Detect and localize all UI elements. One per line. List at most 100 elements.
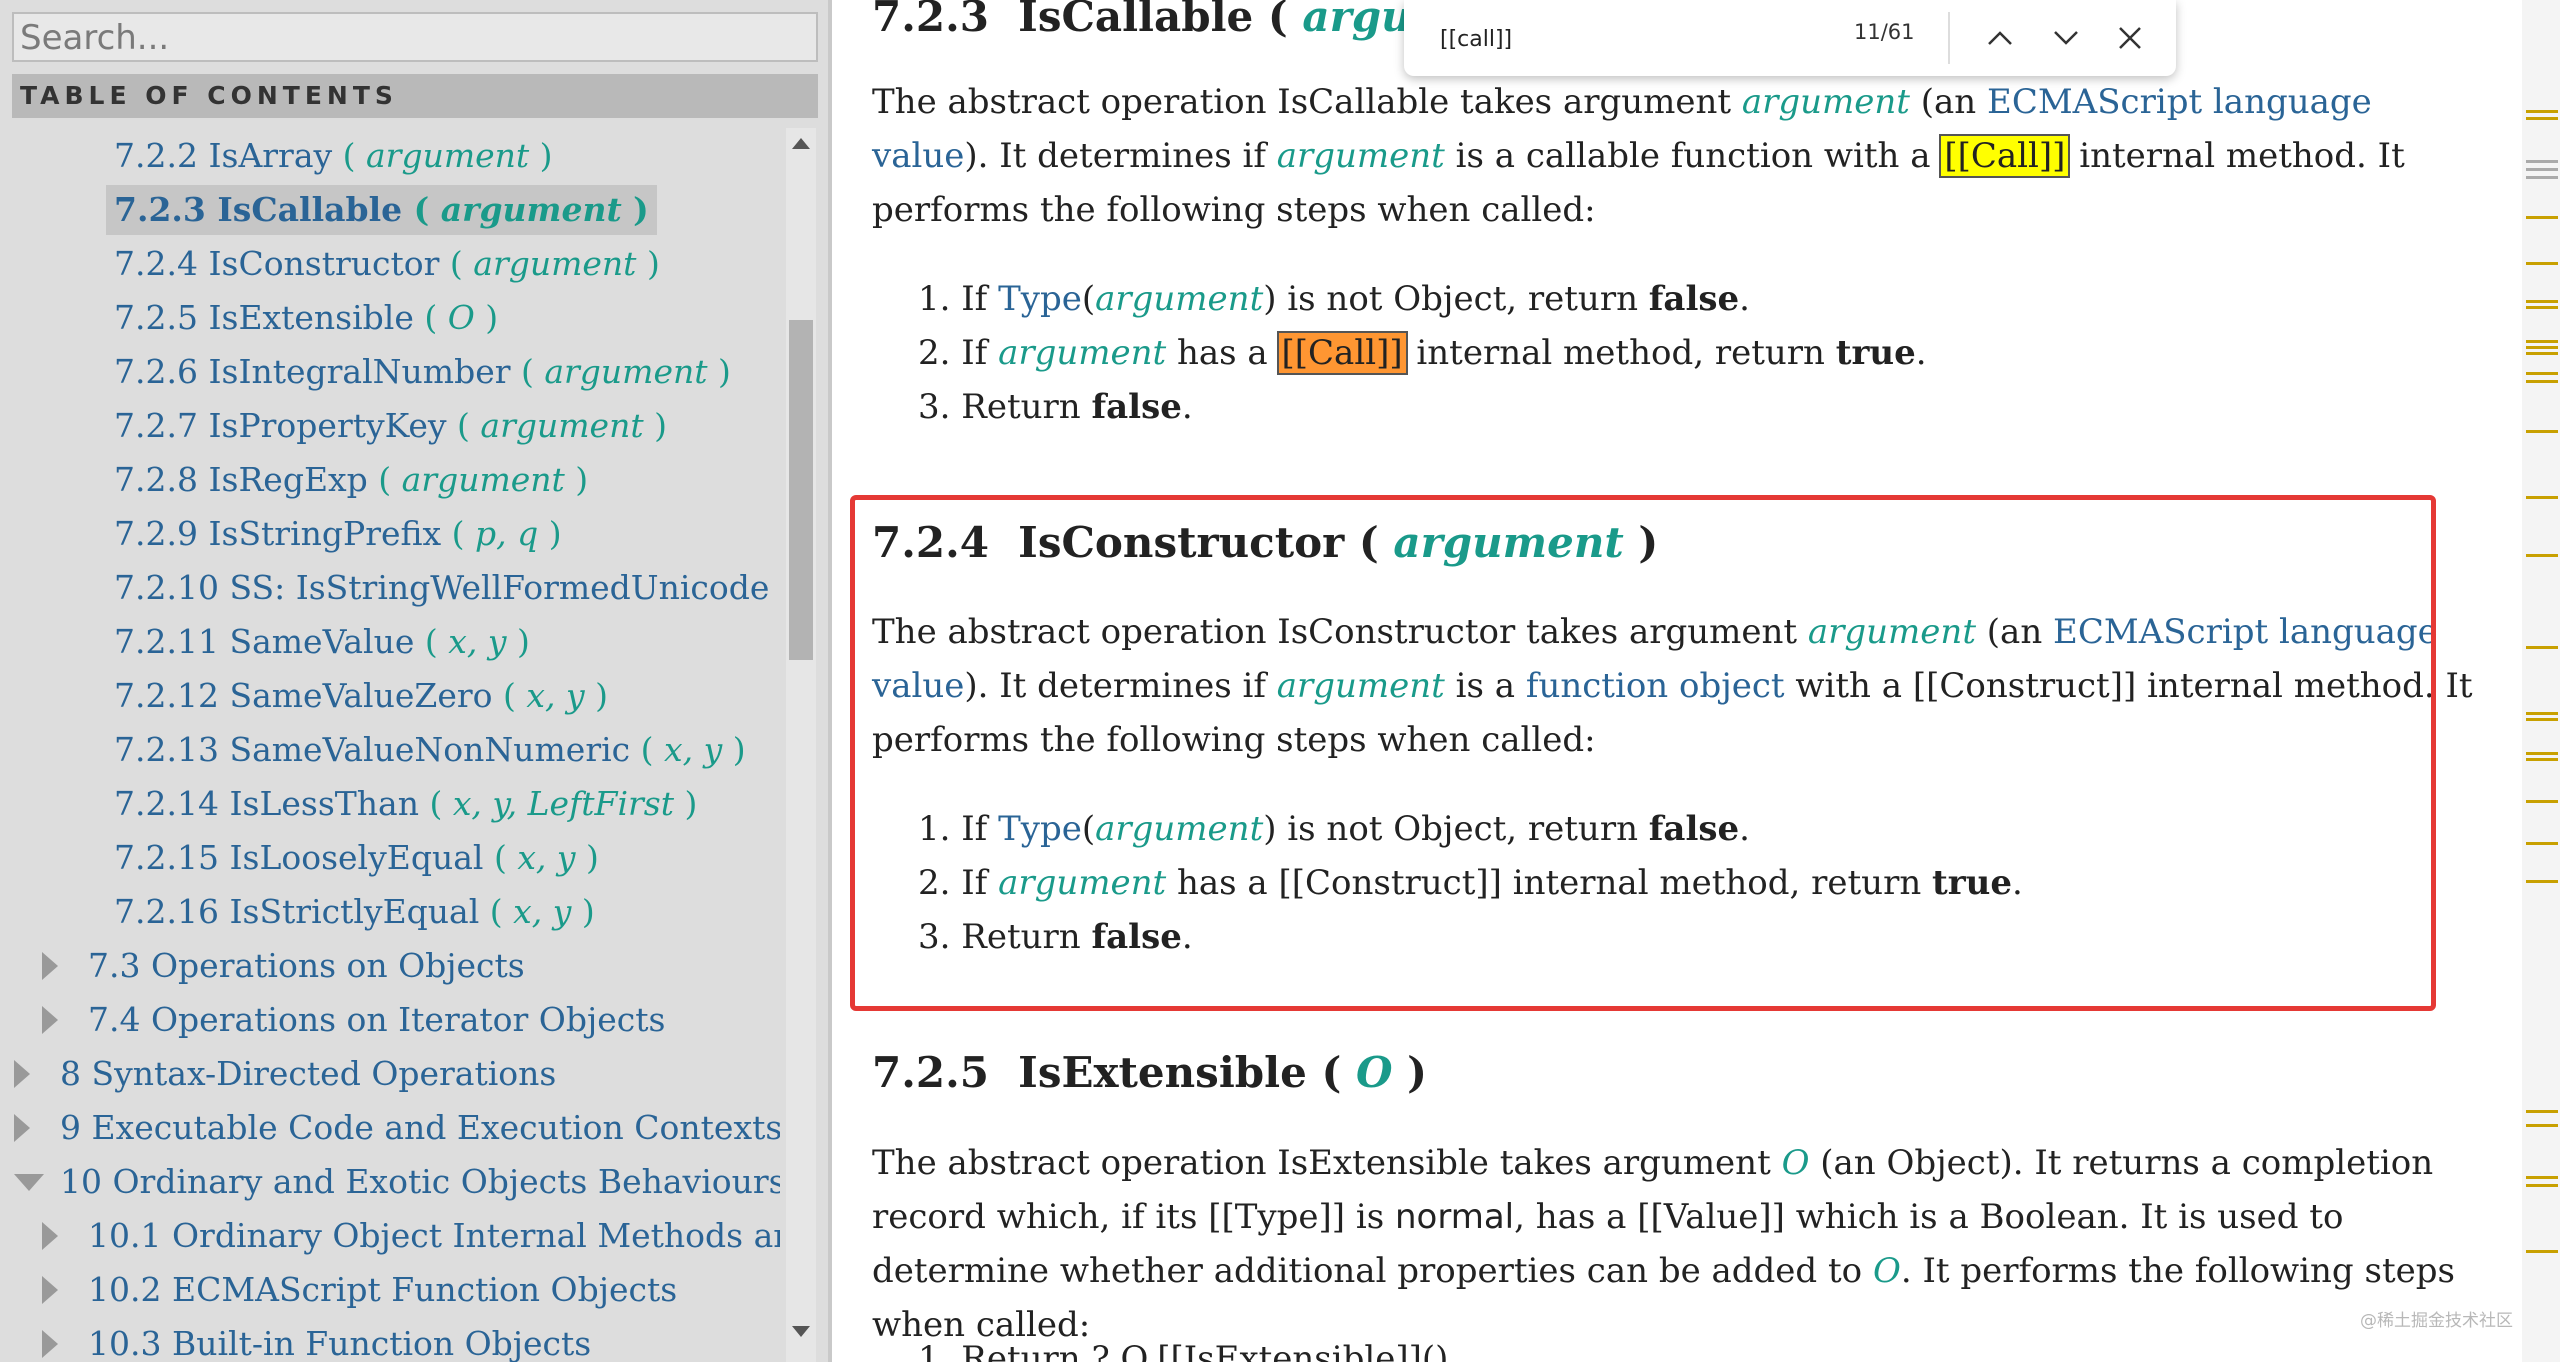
toc-item-7-2-11[interactable]: 7.2.11 SameValue ( x, y ) xyxy=(114,617,530,667)
main-content: 7.2.3 IsCallable ( argument ) The abstra… xyxy=(832,0,2522,1362)
expand-right-icon[interactable] xyxy=(42,1006,58,1034)
toc-item-7-2-6[interactable]: 7.2.6 IsIntegralNumber ( argument ) xyxy=(114,347,731,397)
chevron-down-icon xyxy=(2054,31,2078,45)
scroll-down-icon[interactable] xyxy=(792,1326,810,1337)
match-marker xyxy=(2526,758,2558,761)
find-input[interactable] xyxy=(1438,16,1802,62)
find-next-button[interactable] xyxy=(2044,16,2088,60)
paragraph-isconstructor: The abstract operation IsConstructor tak… xyxy=(872,612,2473,760)
divider xyxy=(1948,12,1950,64)
match-marker xyxy=(2526,160,2558,163)
match-marker xyxy=(2526,110,2558,113)
link-type[interactable]: Type xyxy=(998,809,1082,849)
toc-item-7-2-5[interactable]: 7.2.5 IsExtensible ( O ) xyxy=(114,293,498,343)
expand-right-icon[interactable] xyxy=(42,1330,58,1358)
match-marker xyxy=(2526,168,2558,171)
toc-item-7-2-16[interactable]: 7.2.16 IsStrictlyEqual ( x, y ) xyxy=(114,887,595,937)
list-item: 1. If Type(argument) is not Object, retu… xyxy=(918,809,1750,849)
toc-item-8[interactable]: 8 Syntax-Directed Operations xyxy=(60,1049,556,1099)
match-marker xyxy=(2526,1110,2558,1113)
toc-item-10-3[interactable]: 10.3 Built-in Function Objects xyxy=(88,1319,591,1362)
match-marker xyxy=(2526,300,2558,303)
toc-item-7-2-7[interactable]: 7.2.7 IsPropertyKey ( argument ) xyxy=(114,401,667,451)
toc-item-7-2-3[interactable]: 7.2.3 IsCallable ( argument ) xyxy=(106,185,657,235)
toc-item-10-2[interactable]: 10.2 ECMAScript Function Objects xyxy=(88,1265,677,1315)
list-item: 2. If argument has a [[Call]] internal m… xyxy=(918,331,1927,375)
toc-item-7-2-12[interactable]: 7.2.12 SameValueZero ( x, y ) xyxy=(114,671,608,721)
toc-item-7-2-4[interactable]: 7.2.4 IsConstructor ( argument ) xyxy=(114,239,660,289)
match-marker xyxy=(2526,1124,2558,1127)
expand-down-icon[interactable] xyxy=(14,1174,44,1191)
match-marker xyxy=(2526,352,2558,355)
scroll-up-icon[interactable] xyxy=(792,138,810,149)
toc-item-9[interactable]: 9 Executable Code and Execution Contexts xyxy=(60,1103,780,1153)
match-marker xyxy=(2526,340,2558,343)
match-marker xyxy=(2526,372,2558,375)
match-marker xyxy=(2526,554,2558,557)
expand-right-icon[interactable] xyxy=(42,952,58,980)
list-item: 3. Return false. xyxy=(918,387,1193,427)
toc-item-7-2-10[interactable]: 7.2.10 SS: IsStringWellFormedUnicode ( s… xyxy=(114,563,780,613)
paragraph-iscallable: The abstract operation IsCallable takes … xyxy=(872,82,2405,230)
match-marker xyxy=(2526,346,2558,349)
close-icon xyxy=(2119,27,2141,49)
match-marker xyxy=(2526,1176,2558,1179)
search-input[interactable]: Search... xyxy=(12,12,818,62)
find-close-button[interactable] xyxy=(2108,16,2152,60)
find-match-count: 11/61 xyxy=(1854,20,1915,44)
watermark: @稀土掘金技术社区 xyxy=(2360,1311,2513,1331)
match-marker xyxy=(2526,176,2558,179)
list-item: 3. Return false. xyxy=(918,917,1193,957)
expand-right-icon[interactable] xyxy=(14,1060,30,1088)
toc-item-7-2-13[interactable]: 7.2.13 SameValueNonNumeric ( x, y ) xyxy=(114,725,746,775)
find-current-match-highlight: [[Call]] xyxy=(1276,331,1408,375)
list-item: 2. If argument has a [[Construct]] inter… xyxy=(918,863,2023,903)
match-marker xyxy=(2526,306,2558,309)
find-previous-button[interactable] xyxy=(1978,16,2022,60)
match-marker xyxy=(2526,117,2558,120)
match-marker xyxy=(2526,216,2558,219)
toc-item-7-2-2[interactable]: 7.2.2 IsArray ( argument ) xyxy=(114,131,553,181)
toc-item-7-2-8[interactable]: 7.2.8 IsRegExp ( argument ) xyxy=(114,455,588,505)
find-match-highlight: [[Call]] xyxy=(1939,134,2071,178)
match-marker xyxy=(2526,430,2558,433)
sidebar: Search... TABLE OF CONTENTS 7.2.2 IsArra… xyxy=(0,0,832,1362)
section-heading-7-2-5: 7.2.5 IsExtensible ( O ) xyxy=(872,1048,1428,1097)
match-marker xyxy=(2526,1250,2558,1253)
section-heading-7-2-4: 7.2.4 IsConstructor ( argument ) xyxy=(872,518,1659,567)
find-bar: 11/61 xyxy=(1404,0,2176,76)
chevron-up-icon xyxy=(1988,31,2012,45)
match-marker xyxy=(2526,800,2558,803)
match-marker xyxy=(2526,880,2558,883)
match-marker xyxy=(2526,496,2558,499)
toc-list: 7.2.2 IsArray ( argument ) 7.2.3 IsCallab… xyxy=(0,128,780,1362)
toc-item-7-2-14[interactable]: 7.2.14 IsLessThan ( x, y, LeftFirst ) xyxy=(114,779,697,829)
toc-item-7-2-9[interactable]: 7.2.9 IsStringPrefix ( p, q ) xyxy=(114,509,562,559)
toc-item-10-1[interactable]: 10.1 Ordinary Object Internal Methods an… xyxy=(88,1211,780,1261)
toc-item-7-3[interactable]: 7.3 Operations on Objects xyxy=(88,941,525,991)
match-marker xyxy=(2526,712,2558,715)
match-marker xyxy=(2526,842,2558,845)
match-marker xyxy=(2526,1184,2558,1187)
paragraph-isextensible: The abstract operation IsExtensible take… xyxy=(872,1143,2455,1345)
expand-right-icon[interactable] xyxy=(14,1114,30,1142)
search-result-scrollbar-markers[interactable] xyxy=(2522,0,2560,1362)
toc-item-7-4[interactable]: 7.4 Operations on Iterator Objects xyxy=(88,995,665,1045)
expand-right-icon[interactable] xyxy=(42,1222,58,1250)
match-marker xyxy=(2526,718,2558,721)
list-item: 1. Return ? O.[[IsExtensible]](). xyxy=(918,1339,1460,1362)
toc-scrollbar[interactable] xyxy=(786,128,816,1362)
match-marker xyxy=(2526,262,2558,265)
var-argument[interactable]: argument xyxy=(1277,136,1445,176)
toc-item-10[interactable]: 10 Ordinary and Exotic Objects Behaviour… xyxy=(60,1157,780,1207)
toc-item-7-2-15[interactable]: 7.2.15 IsLooselyEqual ( x, y ) xyxy=(114,833,599,883)
toc-title: TABLE OF CONTENTS xyxy=(12,74,818,118)
match-marker xyxy=(2526,752,2558,755)
link-function-object[interactable]: function object xyxy=(1526,666,1785,706)
expand-right-icon[interactable] xyxy=(42,1276,58,1304)
link-type[interactable]: Type xyxy=(998,279,1082,319)
list-item: 1. If Type(argument) is not Object, retu… xyxy=(918,279,1750,319)
toc-scrollbar-thumb[interactable] xyxy=(789,320,813,660)
match-marker xyxy=(2526,646,2558,649)
var-argument[interactable]: argument xyxy=(1742,82,1910,122)
